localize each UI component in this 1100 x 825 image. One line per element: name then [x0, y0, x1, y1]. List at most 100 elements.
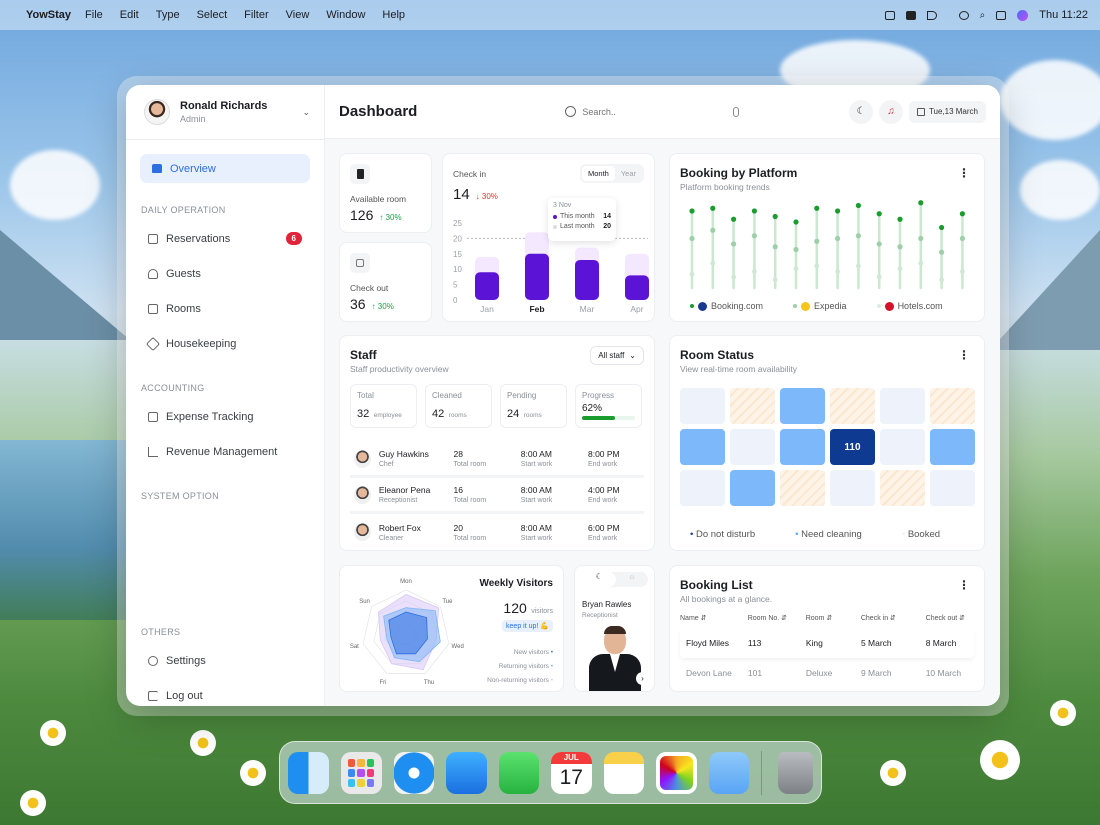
menu-edit[interactable]: Edit [120, 9, 139, 21]
platform-point-expedia[interactable] [939, 249, 945, 255]
platform-point-hotels[interactable] [918, 260, 924, 266]
platform-point-hotels[interactable] [876, 274, 882, 280]
platform-point-hotels[interactable] [960, 269, 965, 274]
platform-point-expedia[interactable] [897, 244, 903, 250]
platform-point-expedia[interactable] [959, 235, 965, 242]
sun-icon[interactable]: ☼ [616, 572, 649, 587]
room-tile-booked[interactable] [780, 470, 825, 506]
platform-point-hotels[interactable] [793, 266, 799, 272]
bar-this-month[interactable] [475, 272, 499, 300]
photos-icon[interactable] [656, 751, 697, 794]
platform-point-hotels[interactable] [897, 266, 903, 272]
display-icon[interactable] [884, 10, 895, 20]
sidebar-item-overview[interactable]: Overview [140, 154, 310, 183]
platform-point-booking[interactable] [751, 208, 757, 214]
platform-point-booking[interactable] [876, 211, 882, 217]
more-icon[interactable]: ⋮ [958, 579, 970, 591]
room-tile-available[interactable] [830, 470, 875, 506]
platform-point-booking[interactable] [793, 219, 799, 225]
column-header[interactable]: Check out ⇵ [926, 614, 974, 628]
platform-point-hotels[interactable] [772, 277, 778, 283]
sidebar-item-rooms[interactable]: Rooms [140, 291, 310, 326]
menu-clock[interactable]: Thu 11:22 [1039, 9, 1088, 21]
sidebar-item-expense[interactable]: Expense Tracking [140, 399, 310, 434]
room-tile-available[interactable] [930, 470, 975, 506]
platform-point-booking[interactable] [939, 224, 945, 231]
platform-point-booking[interactable] [772, 213, 778, 220]
sidebar-item-guests[interactable]: Guests [140, 256, 310, 291]
platform-point-hotels[interactable] [814, 263, 820, 269]
profile[interactable]: Ronald Richards Admin ⌄ [126, 99, 324, 140]
room-tile-available[interactable] [680, 470, 725, 506]
safari-icon[interactable] [393, 751, 434, 794]
platform-point-hotels[interactable] [856, 263, 861, 269]
moon-icon[interactable]: ☾ [583, 572, 616, 587]
room-tile-selected[interactable]: 110 [830, 429, 875, 465]
mute-icon[interactable] [926, 10, 937, 20]
platform-point-hotels[interactable] [835, 269, 840, 274]
platform-point-booking[interactable] [959, 211, 965, 217]
a-icon[interactable] [905, 10, 916, 20]
column-header[interactable]: Name ⇵ [680, 614, 748, 628]
platform-point-hotels[interactable] [731, 274, 736, 280]
more-icon[interactable]: ⋮ [958, 167, 970, 179]
platform-point-expedia[interactable] [793, 246, 799, 253]
search-input[interactable] [582, 106, 728, 117]
table-row[interactable]: Floyd Miles 113 King 5 March 8 March [680, 628, 974, 658]
launchpad-icon[interactable] [340, 751, 382, 794]
column-header[interactable]: Room No. ⇵ [748, 614, 806, 628]
platform-point-booking[interactable] [897, 216, 903, 222]
platform-point-hotels[interactable] [689, 271, 695, 277]
platform-point-expedia[interactable] [731, 241, 737, 247]
room-tile-need-cleaning[interactable] [730, 470, 775, 506]
bar-this-month[interactable] [625, 275, 649, 300]
search-bar[interactable] [557, 99, 747, 125]
platform-point-expedia[interactable] [876, 241, 882, 247]
staff-row[interactable]: Eleanor Pena Receptionist 16 Total room 8:00… [350, 478, 644, 514]
mail-icon[interactable] [446, 751, 487, 794]
sidebar-item-reservations[interactable]: Reservations 6 [140, 221, 310, 256]
platform-point-expedia[interactable] [918, 235, 924, 242]
sidebar-item-logout[interactable]: Log out [140, 678, 310, 706]
sidebar-item-revenue[interactable]: Revenue Management [140, 434, 310, 469]
bar-this-month[interactable] [525, 253, 549, 300]
staff-row[interactable]: Robert Fox Cleaner 20 Total room 8:00 AM Star… [350, 514, 644, 550]
dark-mode-button[interactable]: ☾ [848, 99, 873, 124]
staff-filter-dropdown[interactable]: All staff ⌄ [590, 346, 644, 365]
platform-point-booking[interactable] [918, 200, 924, 206]
room-tile-need-cleaning[interactable] [780, 388, 825, 424]
app-store-icon[interactable] [708, 751, 750, 794]
chevron-down-icon[interactable]: ⌄ [302, 107, 310, 118]
platform-point-booking[interactable] [814, 205, 820, 211]
room-tile-available[interactable] [880, 388, 925, 424]
calendar-app-icon[interactable]: JUL 17 [551, 751, 592, 794]
menu-type[interactable]: Type [156, 9, 180, 21]
platform-point-expedia[interactable] [751, 233, 757, 239]
control-center-icon[interactable] [996, 10, 1007, 20]
more-icon[interactable]: ⋮ [958, 349, 970, 361]
menu-view[interactable]: View [286, 9, 310, 21]
platform-point-booking[interactable] [689, 208, 695, 214]
facetime-icon[interactable] [498, 751, 539, 794]
spotlight-icon[interactable]: ⌕ [980, 10, 986, 21]
platform-point-hotels[interactable] [710, 260, 716, 266]
platform-point-expedia[interactable] [772, 244, 778, 250]
column-header[interactable]: Check in ⇵ [861, 614, 926, 628]
room-tile-available[interactable] [730, 429, 775, 465]
date-button[interactable]: Tue,13 March [908, 100, 986, 123]
room-tile-need-cleaning[interactable] [780, 429, 825, 465]
siri-icon[interactable] [1017, 9, 1029, 21]
notification-button[interactable]: ♫ [878, 99, 903, 124]
platform-point-hotels[interactable] [752, 269, 757, 274]
menu-select[interactable]: Select [197, 9, 228, 21]
room-tile-need-cleaning[interactable] [680, 429, 725, 465]
menu-filter[interactable]: Filter [244, 9, 268, 21]
room-tile-available[interactable] [880, 429, 925, 465]
platform-point-expedia[interactable] [689, 235, 695, 242]
platform-point-expedia[interactable] [835, 235, 841, 242]
next-arrow-button[interactable]: › [636, 672, 649, 685]
platform-point-expedia[interactable] [855, 233, 861, 239]
sidebar-item-housekeeping[interactable]: Housekeeping [140, 326, 310, 361]
platform-point-expedia[interactable] [814, 238, 820, 244]
finder-icon[interactable] [288, 751, 329, 794]
